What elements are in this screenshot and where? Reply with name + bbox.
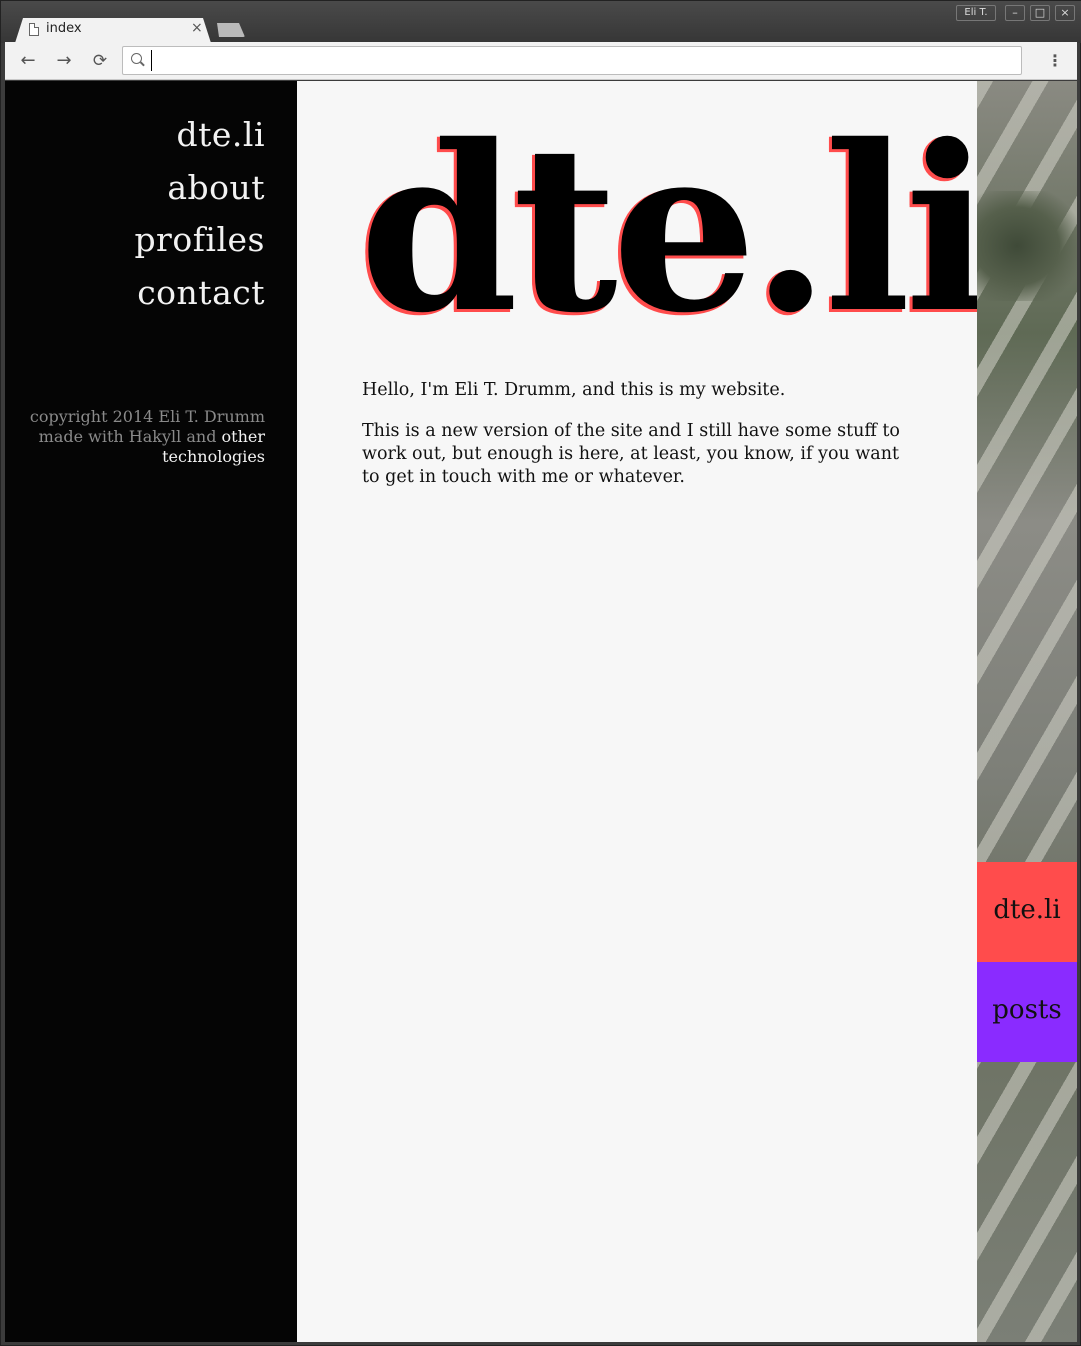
aerial-photo-detail <box>977 191 1077 301</box>
copyright-text: copyright 2014 Eli T. Drumm <box>29 407 265 426</box>
page-icon <box>29 23 39 36</box>
sidebar-nav: dte.li about profiles contact <box>134 109 265 319</box>
main-content: dte.li Hello, I'm Eli T. Drumm, and this… <box>297 81 991 1342</box>
tile-link-posts[interactable]: posts <box>977 962 1077 1062</box>
title-bar: index × Eli T. – □ × <box>1 1 1081 43</box>
browser-toolbar: ← → ⟳ ⋮ <box>5 42 1077 80</box>
profile-button[interactable]: Eli T. <box>956 5 996 21</box>
nav-link-about[interactable]: about <box>134 162 265 215</box>
minimize-button[interactable]: – <box>1005 5 1025 21</box>
address-input[interactable] <box>151 50 1011 71</box>
page-title: dte.li <box>359 95 991 363</box>
tile-link-home[interactable]: dte.li <box>977 862 1077 962</box>
page-viewport: dte.li about profiles contact copyright … <box>5 81 1077 1342</box>
intro-text: Hello, I'm Eli T. Drumm, and this is my … <box>362 379 910 507</box>
close-window-button[interactable]: × <box>1055 5 1075 21</box>
address-bar[interactable] <box>122 46 1022 75</box>
close-tab-icon[interactable]: × <box>191 20 203 36</box>
new-tab-button[interactable] <box>217 23 245 37</box>
menu-icon[interactable]: ⋮ <box>1045 50 1065 72</box>
browser-tab[interactable]: index × <box>15 18 211 43</box>
tab-title: index <box>46 21 82 36</box>
sidebar: dte.li about profiles contact copyright … <box>5 81 297 1342</box>
browser-window: index × Eli T. – □ × ← → ⟳ ⋮ dte.li abou… <box>0 0 1081 1346</box>
forward-arrow-icon[interactable]: → <box>53 50 75 72</box>
intro-paragraph: This is a new version of the site and I … <box>362 421 900 487</box>
reload-icon[interactable]: ⟳ <box>89 50 111 72</box>
aerial-photo-panel: dte.li posts <box>977 81 1077 1342</box>
made-with-text: made with Hakyll and <box>38 427 222 446</box>
nav-link-contact[interactable]: contact <box>134 267 265 320</box>
search-icon <box>131 53 142 64</box>
nav-link-home[interactable]: dte.li <box>134 109 265 162</box>
back-arrow-icon[interactable]: ← <box>17 50 39 72</box>
nav-link-profiles[interactable]: profiles <box>134 214 265 267</box>
sidebar-footer: copyright 2014 Eli T. Drumm made with Ha… <box>25 407 265 467</box>
intro-paragraph: Hello, I'm Eli T. Drumm, and this is my … <box>362 380 786 400</box>
maximize-button[interactable]: □ <box>1030 5 1050 21</box>
